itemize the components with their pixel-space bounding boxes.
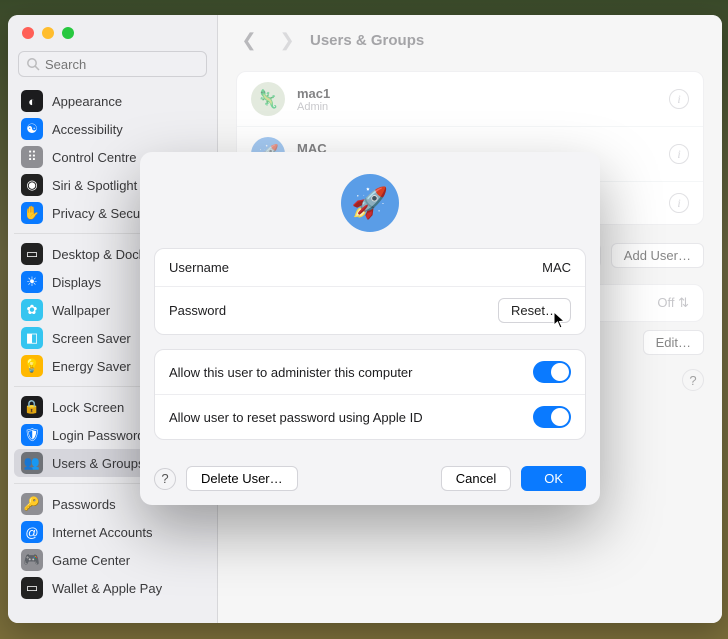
screen-saver-icon: ◧ bbox=[21, 327, 43, 349]
sidebar-item-label: Desktop & Dock bbox=[52, 247, 145, 262]
sidebar-item-label: Siri & Spotlight bbox=[52, 178, 137, 193]
search-icon bbox=[26, 57, 40, 74]
sidebar-item-label: Appearance bbox=[52, 94, 122, 109]
privacy-security-icon: ✋ bbox=[21, 202, 43, 224]
minimize-window-button[interactable] bbox=[42, 27, 54, 39]
energy-saver-icon: 💡 bbox=[21, 355, 43, 377]
sidebar-item-label: Wallet & Apple Pay bbox=[52, 581, 162, 596]
sidebar-item-wallet-apple-pay[interactable]: ▭ Wallet & Apple Pay bbox=[14, 574, 211, 602]
sidebar-item-appearance[interactable]: ◐ Appearance bbox=[14, 87, 211, 115]
sidebar-item-label: Displays bbox=[52, 275, 101, 290]
maximize-window-button[interactable] bbox=[62, 27, 74, 39]
admin-toggle-label: Allow this user to administer this compu… bbox=[169, 365, 412, 380]
password-row: Password Reset… bbox=[155, 287, 585, 334]
password-label: Password bbox=[169, 303, 226, 318]
modal-help-button[interactable]: ? bbox=[154, 468, 176, 490]
close-window-button[interactable] bbox=[22, 27, 34, 39]
sidebar-item-label: Energy Saver bbox=[52, 359, 131, 374]
modal-footer: ? Delete User… Cancel OK bbox=[140, 454, 600, 491]
wallpaper-icon: ✿ bbox=[21, 299, 43, 321]
search-input[interactable] bbox=[18, 51, 207, 77]
appleid-toggle-row: Allow user to reset password using Apple… bbox=[155, 395, 585, 439]
sidebar-item-internet-accounts[interactable]: @ Internet Accounts bbox=[14, 518, 211, 546]
sidebar-item-label: Users & Groups bbox=[52, 456, 144, 471]
wallet-apple-pay-icon: ▭ bbox=[21, 577, 43, 599]
login-password-icon: 🛡 bbox=[21, 424, 43, 446]
sidebar-item-label: Wallpaper bbox=[52, 303, 110, 318]
permissions-section: Allow this user to administer this compu… bbox=[154, 349, 586, 440]
sidebar-item-label: Screen Saver bbox=[52, 331, 131, 346]
sidebar-item-label: Accessibility bbox=[52, 122, 123, 137]
appearance-icon: ◐ bbox=[21, 90, 43, 112]
accessibility-icon: ☯ bbox=[21, 118, 43, 140]
control-centre-icon: ⠿ bbox=[21, 146, 43, 168]
cancel-button[interactable]: Cancel bbox=[441, 466, 511, 491]
appleid-toggle[interactable] bbox=[533, 406, 571, 428]
sidebar-search bbox=[18, 51, 207, 77]
user-detail-modal: 🚀 Username MAC Password Reset… Allow thi… bbox=[140, 152, 600, 505]
passwords-icon: 🔑 bbox=[21, 493, 43, 515]
desktop-dock-icon: ▭ bbox=[21, 243, 43, 265]
user-avatar[interactable]: 🚀 bbox=[341, 174, 399, 232]
game-center-icon: 🎮 bbox=[21, 549, 43, 571]
users-groups-icon: 👥 bbox=[21, 452, 43, 474]
delete-user-button[interactable]: Delete User… bbox=[186, 466, 298, 491]
sidebar-item-label: Game Center bbox=[52, 553, 130, 568]
username-label: Username bbox=[169, 260, 229, 275]
sidebar-item-game-center[interactable]: 🎮 Game Center bbox=[14, 546, 211, 574]
ok-button[interactable]: OK bbox=[521, 466, 586, 491]
lock-screen-icon: 🔒 bbox=[21, 396, 43, 418]
username-row: Username MAC bbox=[155, 249, 585, 287]
admin-toggle[interactable] bbox=[533, 361, 571, 383]
username-value: MAC bbox=[542, 260, 571, 275]
sidebar-item-accessibility[interactable]: ☯ Accessibility bbox=[14, 115, 211, 143]
admin-toggle-row: Allow this user to administer this compu… bbox=[155, 350, 585, 395]
sidebar-item-label: Internet Accounts bbox=[52, 525, 152, 540]
sidebar-item-label: Passwords bbox=[52, 497, 116, 512]
sidebar-item-label: Lock Screen bbox=[52, 400, 124, 415]
siri-spotlight-icon: ◉ bbox=[21, 174, 43, 196]
window-controls bbox=[8, 15, 217, 47]
credentials-section: Username MAC Password Reset… bbox=[154, 248, 586, 335]
sidebar-item-label: Control Centre bbox=[52, 150, 137, 165]
sidebar-item-label: Login Password bbox=[52, 428, 145, 443]
reset-password-button[interactable]: Reset… bbox=[498, 298, 571, 323]
internet-accounts-icon: @ bbox=[21, 521, 43, 543]
appleid-toggle-label: Allow user to reset password using Apple… bbox=[169, 410, 423, 425]
displays-icon: ☀ bbox=[21, 271, 43, 293]
